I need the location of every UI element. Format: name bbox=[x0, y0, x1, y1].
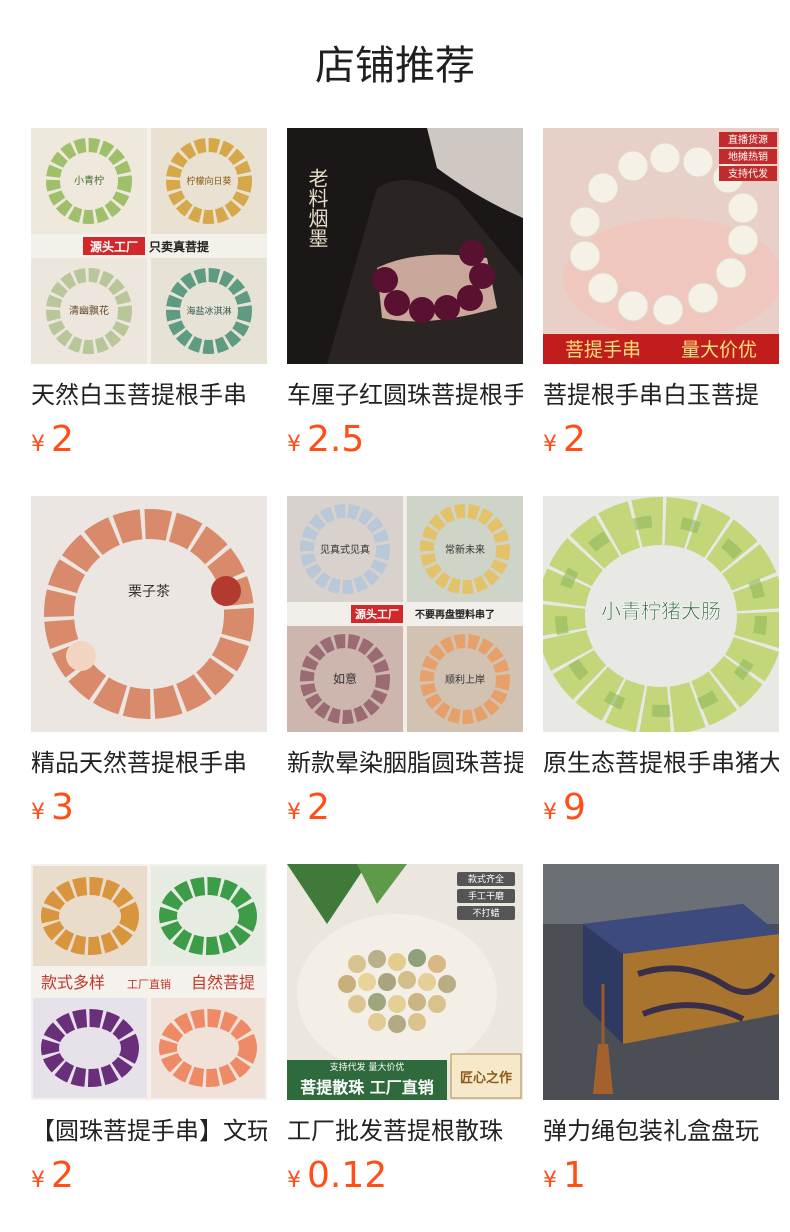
banner-right: 量大价优 bbox=[681, 339, 757, 361]
product-name[interactable]: 弹力绳包装礼盒盘玩 bbox=[543, 1114, 779, 1148]
price-value: 2 bbox=[563, 419, 586, 460]
price-value: 3 bbox=[51, 787, 74, 828]
product-name[interactable]: 工厂批发菩提根散珠 bbox=[287, 1114, 523, 1148]
currency-symbol: ¥ bbox=[31, 432, 45, 457]
price-value: 1 bbox=[563, 1155, 586, 1196]
image-title: 老料烟墨 bbox=[305, 168, 329, 248]
banner-text: 菩提散珠 工厂直销 bbox=[300, 1078, 434, 1097]
currency-symbol: ¥ bbox=[287, 800, 301, 825]
overlay-text: 小青柠猪大肠 bbox=[601, 599, 721, 623]
banner-tag: 源头工厂 bbox=[90, 239, 138, 254]
quadrant-label: 见真式见真 bbox=[320, 543, 370, 556]
badge: 支持代发 bbox=[728, 167, 768, 180]
quadrant-label: 小青柠 bbox=[74, 174, 104, 187]
bracelet-collage-image[interactable]: 见真式见真 常新未来 如意 顺利上岸 源头工厂 不要再盘塑料串了 bbox=[287, 496, 523, 732]
currency-symbol: ¥ bbox=[543, 1168, 557, 1193]
product-card[interactable]: 弹力绳包装礼盒盘玩 ¥1 bbox=[543, 864, 779, 1200]
currency-symbol: ¥ bbox=[543, 800, 557, 825]
product-price: ¥2 bbox=[287, 784, 523, 832]
product-name[interactable]: 菩提根手串白玉菩提 bbox=[543, 378, 779, 412]
price-value: 0.12 bbox=[307, 1155, 388, 1196]
image-label: 自然菩提 bbox=[191, 973, 255, 992]
currency-symbol: ¥ bbox=[31, 800, 45, 825]
product-price: ¥2 bbox=[31, 1152, 267, 1200]
product-card[interactable]: 小青柠 柠檬向日葵 清幽飘花 海盐冰淇淋 源头工厂 只卖真菩提 天然白玉菩提根手… bbox=[31, 128, 267, 464]
product-card[interactable]: 直播货源 地摊热销 支持代发 菩提手串 量大价优 菩提根手串白玉菩提 ¥2 bbox=[543, 128, 779, 464]
product-price: ¥9 bbox=[543, 784, 779, 832]
quadrant-label: 清幽飘花 bbox=[69, 304, 109, 317]
product-price: ¥1 bbox=[543, 1152, 779, 1200]
product-name[interactable]: 原生态菩提根手串猪大肠 bbox=[543, 746, 779, 780]
quadrant-label: 顺利上岸 bbox=[445, 674, 485, 686]
quadrant-label: 如意 bbox=[333, 671, 357, 686]
price-value: 2.5 bbox=[307, 419, 365, 460]
product-price: ¥0.12 bbox=[287, 1152, 523, 1200]
image-label: 款式多样 bbox=[41, 973, 105, 992]
banner-left: 菩提手串 bbox=[565, 339, 641, 361]
center-text: 栗子茶 bbox=[128, 584, 170, 600]
quadrant-label: 柠檬向日葵 bbox=[186, 175, 231, 187]
currency-symbol: ¥ bbox=[287, 432, 301, 457]
product-name[interactable]: 【圆珠菩提手串】文玩 bbox=[31, 1114, 267, 1148]
banner-text: 只卖真菩提 bbox=[149, 239, 210, 254]
bracelet-on-wrist-image[interactable]: 老料烟墨 bbox=[287, 128, 523, 364]
badge: 地摊热销 bbox=[728, 150, 768, 163]
seal-text: 匠心之作 bbox=[460, 1070, 512, 1086]
bracelet-collage-image[interactable]: 款式多样 工厂直销 自然菩提 bbox=[31, 864, 267, 1100]
quadrant-label: 海盐冰淇淋 bbox=[186, 305, 231, 317]
product-card[interactable]: 款式齐全 手工干磨 不打蜡 支持代发 量大价优 菩提散珠 工厂直销 匠心之作 工… bbox=[287, 864, 523, 1200]
product-name[interactable]: 车厘子红圆珠菩提根手串 bbox=[287, 378, 523, 412]
badge: 不打蜡 bbox=[472, 907, 499, 919]
price-value: 2 bbox=[51, 1155, 74, 1196]
quadrant-label: 常新未来 bbox=[445, 543, 485, 556]
product-grid: 小青柠 柠檬向日葵 清幽飘花 海盐冰淇淋 源头工厂 只卖真菩提 天然白玉菩提根手… bbox=[0, 0, 790, 1232]
product-name[interactable]: 精品天然菩提根手串 bbox=[31, 746, 267, 780]
price-value: 2 bbox=[307, 787, 330, 828]
banner-tag: 源头工厂 bbox=[355, 607, 399, 621]
currency-symbol: ¥ bbox=[31, 1168, 45, 1193]
banner-text: 不要再盘塑料串了 bbox=[415, 608, 495, 621]
image-label: 工厂直销 bbox=[127, 977, 171, 991]
product-card[interactable]: 老料烟墨 车厘子红圆珠菩提根手串 ¥2.5 bbox=[287, 128, 523, 464]
orange-bead-bracelet-image[interactable]: 栗子茶 bbox=[31, 496, 267, 732]
product-price: ¥3 bbox=[31, 784, 267, 832]
product-price: ¥2.5 bbox=[287, 416, 523, 464]
product-card[interactable]: 见真式见真 常新未来 如意 顺利上岸 源头工厂 不要再盘塑料串了 新款晕染胭脂圆… bbox=[287, 496, 523, 832]
badge: 直播货源 bbox=[728, 133, 768, 146]
loose-beads-image[interactable]: 款式齐全 手工干磨 不打蜡 支持代发 量大价优 菩提散珠 工厂直销 匠心之作 bbox=[287, 864, 523, 1100]
gift-box-image[interactable] bbox=[543, 864, 779, 1100]
currency-symbol: ¥ bbox=[543, 432, 557, 457]
green-bead-bracelet-image[interactable]: 小青柠猪大肠 bbox=[543, 496, 779, 732]
product-name[interactable]: 新款晕染胭脂圆珠菩提根手串 bbox=[287, 746, 523, 780]
white-bead-bracelet-image[interactable]: 直播货源 地摊热销 支持代发 菩提手串 量大价优 bbox=[543, 128, 779, 364]
product-price: ¥2 bbox=[543, 416, 779, 464]
product-card[interactable]: 款式多样 工厂直销 自然菩提 【圆珠菩提手串】文玩 ¥2 bbox=[31, 864, 267, 1200]
product-price: ¥2 bbox=[31, 416, 267, 464]
price-value: 9 bbox=[563, 787, 586, 828]
price-value: 2 bbox=[51, 419, 74, 460]
product-card[interactable]: 小青柠猪大肠 原生态菩提根手串猪大肠 ¥9 bbox=[543, 496, 779, 832]
bracelet-collage-image[interactable]: 小青柠 柠檬向日葵 清幽飘花 海盐冰淇淋 源头工厂 只卖真菩提 bbox=[31, 128, 267, 364]
badge: 手工干磨 bbox=[468, 890, 504, 902]
badge: 款式齐全 bbox=[468, 873, 504, 885]
banner-small: 支持代发 量大价优 bbox=[330, 1061, 405, 1073]
product-card[interactable]: 栗子茶 精品天然菩提根手串 ¥3 bbox=[31, 496, 267, 832]
currency-symbol: ¥ bbox=[287, 1168, 301, 1193]
product-name[interactable]: 天然白玉菩提根手串 bbox=[31, 378, 267, 412]
